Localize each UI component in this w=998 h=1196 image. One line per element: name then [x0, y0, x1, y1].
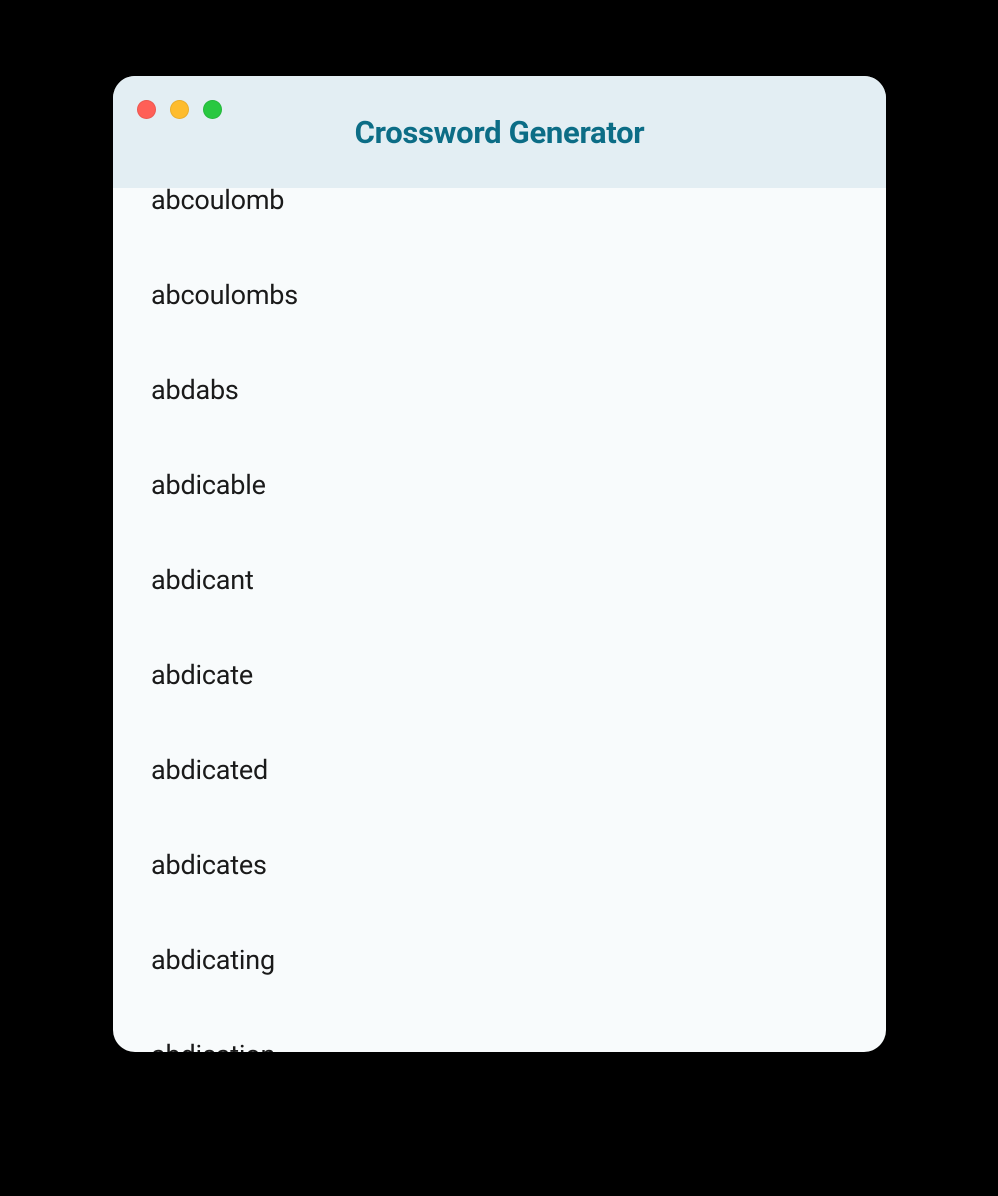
list-item[interactable]: abdicable	[151, 438, 886, 533]
list-item[interactable]: abdicated	[151, 723, 886, 818]
list-item[interactable]: abdicating	[151, 913, 886, 1008]
app-window: Crossword Generator abcoulomb abcoulombs…	[113, 76, 886, 1052]
list-item[interactable]: abdabs	[151, 343, 886, 438]
close-icon[interactable]	[137, 100, 156, 119]
list-item[interactable]: abdication	[151, 1008, 886, 1052]
window-controls	[137, 100, 222, 119]
minimize-icon[interactable]	[170, 100, 189, 119]
titlebar: Crossword Generator	[113, 76, 886, 188]
content-area[interactable]: abcoulomb abcoulombs abdabs abdicable ab…	[113, 188, 886, 1052]
list-item[interactable]: abdicant	[151, 533, 886, 628]
list-item[interactable]: abdicate	[151, 628, 886, 723]
zoom-icon[interactable]	[203, 100, 222, 119]
list-item[interactable]: abcoulomb	[151, 188, 886, 248]
list-item[interactable]: abdicates	[151, 818, 886, 913]
app-title: Crossword Generator	[355, 114, 645, 151]
word-list: abcoulomb abcoulombs abdabs abdicable ab…	[113, 188, 886, 1052]
list-item[interactable]: abcoulombs	[151, 248, 886, 343]
